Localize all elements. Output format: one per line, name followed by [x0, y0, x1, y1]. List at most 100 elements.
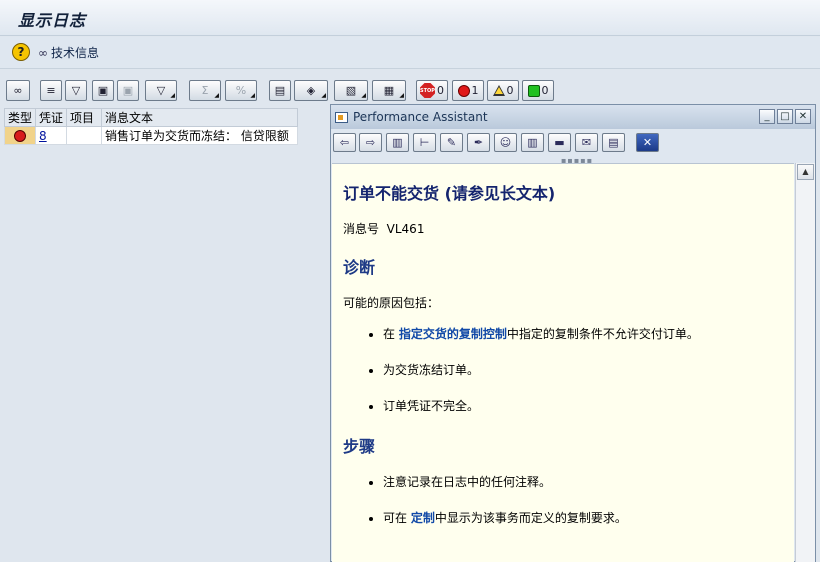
error-filter-button[interactable]: 1: [452, 80, 484, 101]
stop-filter-button[interactable]: STOP 0: [416, 80, 448, 101]
table-row[interactable]: 8 销售订单为交货而冻结： 信贷限额: [3, 126, 298, 145]
message-number-label: 消息号: [343, 222, 380, 236]
list-item-text: 在: [383, 327, 399, 341]
feedback-button[interactable]: ✉: [575, 133, 598, 152]
diagnosis-intro: 可能的原因包括：: [343, 296, 440, 310]
display-icon: ▬: [554, 136, 565, 149]
sort-ascending-button[interactable]: ≡: [40, 80, 62, 101]
window-icon: [335, 111, 348, 123]
edit-button[interactable]: ✎: [440, 133, 463, 152]
arrow-left-icon: ⇦: [339, 136, 350, 149]
performance-assistant-title: Performance Assistant: [353, 110, 488, 124]
pencil-icon: ✎: [446, 136, 457, 149]
log-table: 类型 凭证 项目 消息文本 8 销售订单为交货而冻结： 信贷限额: [3, 108, 298, 145]
stop-icon: STOP: [420, 83, 435, 98]
binoculars-icon: ▣: [97, 84, 109, 97]
dropdown-arrow-icon: ◢: [361, 92, 366, 99]
filter-button[interactable]: ▽ ◢: [145, 80, 177, 101]
subtotal-button[interactable]: % ◢: [225, 80, 257, 101]
vertical-scrollbar[interactable]: ▲: [795, 163, 815, 562]
performance-assistant-toolbar: ⇦ ⇨ ▥ ⊢ ✎ ✒ ☺ ▥ ▬ ✉ ▤ ✕: [331, 130, 815, 154]
sort-descending-icon: ▽: [71, 84, 81, 97]
close-icon: ✕: [642, 136, 653, 149]
close-icon[interactable]: ✕: [795, 109, 811, 124]
copy-control-link[interactable]: 指定交货的复制控制: [399, 327, 507, 341]
info-tree-button[interactable]: ⊢: [413, 133, 436, 152]
title-bar: 显示日志: [0, 0, 820, 36]
technical-info-button[interactable]: ☺: [494, 133, 517, 152]
forward-button[interactable]: ⇨: [359, 133, 382, 152]
warning-filter-button[interactable]: 0: [487, 80, 519, 101]
window-title: 显示日志: [18, 11, 87, 30]
list-item-text: 中显示为该事务而定义的复制要求。: [434, 511, 627, 525]
list-item: 可在 定制中显示为该事务而定义的复制要求。: [383, 509, 794, 545]
scroll-up-icon[interactable]: ▲: [797, 164, 814, 180]
detail-button[interactable]: ∞: [6, 80, 30, 101]
window-controls: _ □ ✕: [759, 109, 811, 124]
list-item-text: 为交货冻结订单。: [383, 363, 480, 377]
document-cell: 8: [35, 126, 68, 145]
list-item: 注意记录在日志中的任何注释。: [383, 473, 794, 509]
column-header-document[interactable]: 凭证: [35, 108, 68, 127]
performance-assistant-titlebar[interactable]: Performance Assistant _ □ ✕: [331, 105, 815, 129]
dropdown-arrow-icon: ◢: [214, 92, 219, 99]
list-item: 在 指定交货的复制控制中指定的复制条件不允许交付订单。: [383, 325, 794, 361]
technical-info-label: 技术信息: [51, 46, 100, 60]
message-heading: 订单不能交货 (请参见长文本): [343, 184, 556, 203]
print-icon: ▤: [608, 136, 619, 149]
filter-icon: ▽: [156, 84, 166, 97]
list-item-text: 中指定的复制条件不允许交付订单。: [506, 327, 699, 341]
warning-icon: [492, 85, 505, 96]
views-button[interactable]: ◈ ◢: [294, 80, 328, 101]
sort-ascending-icon: ≡: [46, 84, 56, 97]
column-header-type[interactable]: 类型: [3, 108, 37, 127]
display-button[interactable]: ▬: [548, 133, 571, 152]
application-toolbar: ? ∞ 技术信息: [0, 37, 820, 69]
dropdown-arrow-icon: ◢: [170, 92, 175, 99]
performance-assistant-content: 订单不能交货 (请参见长文本) 消息号 VL461 诊断 可能的原因包括： 在 …: [332, 163, 794, 562]
export-button[interactable]: ▧ ◢: [334, 80, 368, 101]
procedure-heading: 步骤: [343, 437, 376, 456]
glasses-icon: ∞: [38, 45, 48, 60]
maximize-icon[interactable]: □: [777, 109, 793, 124]
document-link[interactable]: 8: [39, 129, 47, 143]
user-tool-icon: ☺: [499, 136, 512, 149]
book-icon: ▥: [392, 136, 403, 149]
sort-descending-button[interactable]: ▽: [65, 80, 87, 101]
subtotal-icon: %: [235, 84, 247, 97]
column-header-item[interactable]: 项目: [66, 108, 103, 127]
error-count: 1: [471, 84, 479, 97]
print-preview-icon: ▤: [274, 84, 286, 97]
message-text-cell: 销售订单为交货而冻结： 信贷限额: [101, 126, 298, 145]
print-button[interactable]: ▤: [602, 133, 625, 152]
find-next-button[interactable]: ▣: [117, 80, 139, 101]
back-button[interactable]: ⇦: [333, 133, 356, 152]
message-number: 消息号 VL461: [343, 220, 794, 237]
total-button[interactable]: Σ ◢: [189, 80, 221, 101]
dropdown-arrow-icon: ◢: [321, 92, 326, 99]
customizing-link[interactable]: 定制: [411, 511, 435, 525]
message-number-value: VL461: [386, 222, 425, 236]
columns-button[interactable]: ▥: [521, 133, 544, 152]
minimize-icon[interactable]: _: [759, 109, 775, 124]
error-icon: [14, 130, 26, 142]
find-button[interactable]: ▣: [92, 80, 114, 101]
print-preview-button[interactable]: ▤: [269, 80, 291, 101]
success-icon: [527, 84, 540, 97]
export-icon: ▧: [345, 84, 357, 97]
warning-count: 0: [506, 84, 514, 97]
glossary-button[interactable]: ▥: [386, 133, 409, 152]
highlight-button[interactable]: ✒: [467, 133, 490, 152]
views-icon: ◈: [306, 84, 316, 97]
success-filter-button[interactable]: 0: [522, 80, 554, 101]
item-cell: [66, 126, 103, 145]
arrow-right-icon: ⇨: [365, 136, 376, 149]
technical-info-button[interactable]: ∞ 技术信息: [38, 44, 99, 61]
dropdown-arrow-icon: ◢: [399, 92, 404, 99]
list-item: 为交货冻结订单。: [383, 361, 794, 397]
close-assistant-button[interactable]: ✕: [636, 133, 659, 152]
layout-button[interactable]: ▦ ◢: [372, 80, 406, 101]
diagnosis-heading: 诊断: [343, 258, 376, 277]
help-icon[interactable]: ?: [12, 43, 30, 61]
column-header-message-text[interactable]: 消息文本: [101, 108, 298, 127]
